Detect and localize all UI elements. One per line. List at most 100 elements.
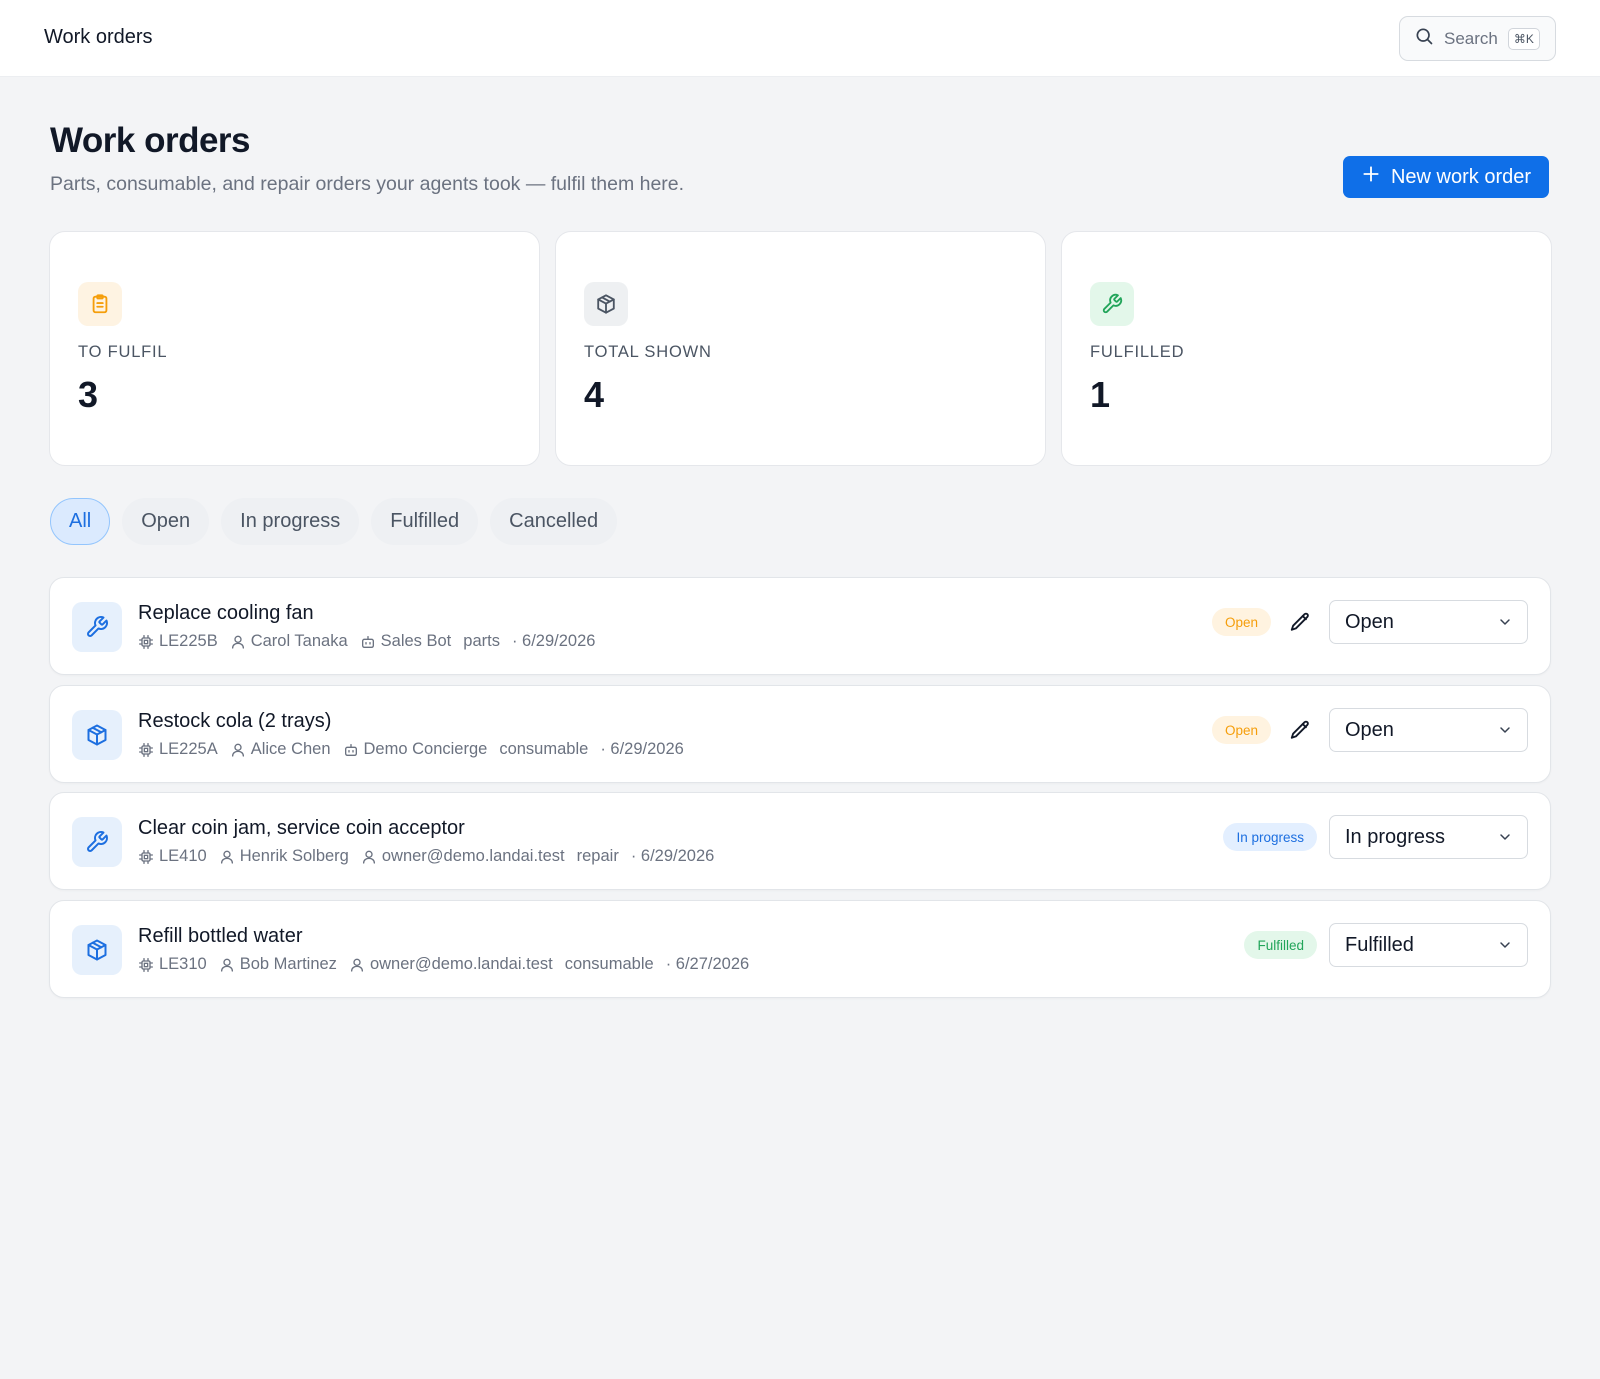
chevron-down-icon: [1497, 614, 1513, 630]
order-type: consumable: [564, 955, 654, 973]
user-icon: [230, 634, 251, 650]
status-select-value: Fulfilled: [1345, 933, 1414, 956]
chip-icon: [138, 742, 159, 758]
filter-fulfilled[interactable]: Fulfilled: [371, 498, 479, 545]
new-work-order-label: New work order: [1390, 165, 1532, 188]
filter-open[interactable]: Open: [122, 498, 210, 545]
box-icon: [595, 293, 617, 315]
search-button[interactable]: Search ⌘K: [1399, 16, 1556, 61]
chevron-down-icon: [1497, 829, 1513, 845]
edit-button[interactable]: [1283, 713, 1317, 747]
agent: owner@demo.landai.test: [361, 847, 565, 866]
order-type-icon-tile: [72, 602, 122, 652]
order-meta: LE225A Alice Chen Demo Concierge consumable…: [138, 740, 696, 759]
bot-icon: [343, 742, 364, 758]
search-label: Search: [1444, 28, 1498, 48]
page-title: Work orders: [50, 121, 251, 160]
order-title: Refill bottled water: [138, 925, 303, 947]
stat-label: FULFILLED: [1090, 343, 1185, 361]
machine-id-text: LE225A: [159, 740, 218, 758]
order-date: · 6/29/2026: [600, 740, 684, 758]
wrench-icon: [85, 830, 109, 854]
box-icon: [85, 938, 109, 962]
status-select[interactable]: Open: [1329, 708, 1528, 752]
stat-icon-tile: [78, 282, 122, 326]
order-date: · 6/29/2026: [630, 847, 715, 865]
pencil-icon: [1289, 719, 1311, 741]
chevron-down-icon: [1497, 722, 1513, 738]
agent: owner@demo.landai.test: [349, 955, 553, 974]
top-bar: Work orders Search ⌘K: [0, 0, 1600, 77]
status-select[interactable]: Open: [1329, 600, 1528, 644]
status-badge: In progress: [1223, 823, 1317, 851]
status-badge: Open: [1211, 608, 1271, 636]
filter-all[interactable]: All: [50, 498, 111, 545]
filter-cancelled[interactable]: Cancelled: [490, 498, 618, 545]
assignee: Carol Tanaka: [230, 632, 348, 651]
machine-id: LE225A: [138, 740, 218, 759]
work-order-row[interactable]: Replace cooling fan LE225B Carol Tanaka Sal…: [49, 577, 1551, 675]
status-select-value: Open: [1345, 610, 1394, 633]
order-meta: LE410 Henrik Solberg owner@demo.landai.tes…: [138, 847, 726, 866]
edit-button[interactable]: [1283, 605, 1317, 639]
machine-id-text: LE310: [159, 955, 207, 973]
assignee-name: Alice Chen: [250, 740, 331, 758]
filter-in-progress[interactable]: In progress: [221, 498, 360, 545]
stat-icon-tile: [1090, 282, 1134, 326]
work-order-row[interactable]: Refill bottled water LE310 Bob Martinez own…: [49, 900, 1551, 998]
stat-value: 4: [584, 374, 605, 415]
stat-label: TOTAL SHOWN: [584, 343, 712, 361]
status-select[interactable]: In progress: [1329, 815, 1528, 859]
user-icon: [219, 849, 240, 865]
stat-icon-tile: [584, 282, 628, 326]
chevron-down-icon: [1497, 937, 1513, 953]
stat-card-to-fulfil: TO FULFIL 3: [49, 231, 540, 466]
order-date: · 6/27/2026: [665, 955, 750, 973]
order-type-icon-tile: [72, 710, 122, 760]
search-shortcut: ⌘K: [1507, 27, 1540, 50]
agent-name: owner@demo.landai.test: [369, 955, 553, 973]
status-badge: Fulfilled: [1244, 931, 1317, 959]
order-meta: LE225B Carol Tanaka Sales Bot parts · 6/29/2…: [138, 632, 607, 651]
user-icon: [219, 957, 240, 973]
order-type: repair: [576, 847, 619, 865]
order-type: consumable: [499, 740, 589, 758]
user-icon: [230, 742, 251, 758]
machine-id-text: LE410: [159, 847, 207, 865]
work-order-row[interactable]: Restock cola (2 trays) LE225A Alice Chen De…: [49, 685, 1551, 783]
agent: Demo Concierge: [343, 740, 487, 759]
assignee-name: Bob Martinez: [239, 955, 337, 973]
app-title: Work orders: [44, 26, 153, 48]
machine-id: LE310: [138, 955, 207, 974]
assignee: Alice Chen: [230, 740, 331, 759]
agent-name: owner@demo.landai.test: [381, 847, 565, 865]
order-date: · 6/29/2026: [511, 632, 596, 650]
plus-icon: [1361, 164, 1381, 190]
order-actions: Open Open: [1211, 708, 1528, 752]
work-order-row[interactable]: Clear coin jam, service coin acceptor LE4…: [49, 792, 1551, 890]
machine-id-text: LE225B: [159, 632, 218, 650]
machine-id: LE225B: [138, 632, 218, 651]
order-actions: Open Open: [1211, 600, 1528, 644]
chip-icon: [138, 634, 159, 650]
order-meta: LE310 Bob Martinez owner@demo.landai.test c…: [138, 955, 761, 974]
stat-card-fulfilled: FULFILLED 1: [1061, 231, 1552, 466]
agent-name: Sales Bot: [380, 632, 452, 650]
order-title: Clear coin jam, service coin acceptor: [138, 817, 465, 839]
assignee: Henrik Solberg: [219, 847, 349, 866]
stat-card-total-shown: TOTAL SHOWN 4: [555, 231, 1046, 466]
agent: Sales Bot: [360, 632, 452, 651]
order-type: parts: [463, 632, 500, 650]
order-actions: In progress In progress: [1223, 815, 1528, 859]
order-title: Restock cola (2 trays): [138, 710, 332, 732]
pencil-icon: [1289, 611, 1311, 633]
status-select[interactable]: Fulfilled: [1329, 923, 1528, 967]
clipboard-icon: [89, 293, 111, 315]
new-work-order-button[interactable]: New work order: [1343, 156, 1549, 198]
status-select-value: Open: [1345, 718, 1394, 741]
bot-icon: [360, 634, 381, 650]
box-icon: [85, 723, 109, 747]
stat-label: TO FULFIL: [78, 343, 168, 361]
assignee: Bob Martinez: [219, 955, 337, 974]
order-type-icon-tile: [72, 817, 122, 867]
